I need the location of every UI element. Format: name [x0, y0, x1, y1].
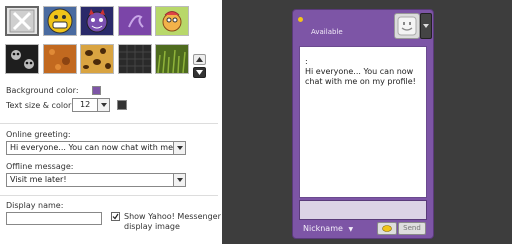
- text-size-value: 12: [80, 100, 91, 109]
- status-text: Available: [311, 28, 343, 36]
- emoticon-icon: [382, 225, 392, 232]
- chevron-up-icon: [196, 57, 203, 62]
- orange-texture-icon: [44, 45, 76, 73]
- theme-thumb-leopard[interactable]: [80, 44, 114, 74]
- theme-thumb-skulls[interactable]: [5, 44, 39, 74]
- send-button[interactable]: Send: [398, 222, 426, 235]
- leopard-print-icon: [83, 48, 111, 69]
- online-greeting-value: Hi everyone... You can now chat with me …: [10, 143, 186, 152]
- divider: [0, 195, 218, 196]
- background-color-swatch[interactable]: [92, 86, 101, 95]
- online-greeting-select[interactable]: Hi everyone... You can now chat with me …: [6, 141, 186, 155]
- chevron-down-icon: [423, 24, 429, 28]
- chevron-down-icon: [196, 70, 203, 75]
- avatar: [394, 13, 420, 39]
- status-dot-icon: [298, 17, 303, 22]
- dropdown-arrow-icon: [173, 142, 185, 154]
- skull-pattern-icon: [11, 50, 34, 69]
- text-size-color-label: Text size & color:: [6, 101, 74, 110]
- theme-thumb-grass[interactable]: [155, 44, 189, 74]
- theme-thumb-dark-mesh[interactable]: [118, 44, 152, 74]
- dropdown-arrow-icon: [97, 99, 109, 111]
- theme-thumb-orange-texture[interactable]: [43, 44, 77, 74]
- nickname-menu[interactable]: Nickname ▼: [303, 224, 353, 233]
- text-color-swatch[interactable]: [117, 100, 127, 110]
- dark-mesh-icon: [119, 45, 151, 73]
- theme-thumb-devil[interactable]: [80, 6, 114, 36]
- theme-thumb-cartoon[interactable]: [155, 6, 189, 36]
- cartoon-character-icon: [162, 11, 182, 32]
- chat-transcript: : Hi everyone... You can now chat with m…: [299, 46, 427, 198]
- show-display-image-label-line1: Show Yahoo! Messenger: [124, 212, 221, 221]
- text-size-select[interactable]: 12: [72, 98, 110, 112]
- background-color-label: Background color:: [6, 86, 79, 95]
- chat-widget-preview: Available : Hi everyone... You can now c…: [292, 9, 434, 239]
- show-display-image-label-line2: display image: [124, 222, 180, 231]
- theme-thumb-smiley[interactable]: [43, 6, 77, 36]
- no-theme-x-icon: [9, 9, 35, 33]
- divider: [0, 123, 218, 124]
- thumbnails-scroll-up-button[interactable]: [193, 54, 206, 65]
- grass-texture-icon: [157, 49, 186, 73]
- greeting-message: Hi everyone... You can now chat with me …: [305, 67, 416, 86]
- preview-panel: Available : Hi everyone... You can now c…: [222, 0, 512, 244]
- offline-message-value: Visit me later!: [10, 175, 67, 184]
- offline-message-select[interactable]: Visit me later!: [6, 173, 186, 187]
- grinning-smiley-icon: [47, 8, 73, 34]
- thumbnails-scroll-down-button[interactable]: [193, 67, 206, 78]
- display-name-label: Display name:: [6, 201, 64, 210]
- theme-thumb-none[interactable]: [5, 6, 39, 36]
- dropdown-arrow-icon: [173, 174, 185, 186]
- devil-face-icon: [86, 9, 108, 33]
- display-name-input[interactable]: [6, 212, 102, 225]
- nickname-label: Nickname: [303, 224, 343, 233]
- smiley-face-icon: [397, 16, 417, 36]
- show-display-image-checkbox[interactable]: [111, 212, 120, 221]
- message-compose-field[interactable]: [299, 200, 427, 220]
- offline-message-label: Offline message:: [6, 162, 74, 171]
- emoticon-button[interactable]: [377, 222, 397, 235]
- checkmark-icon: [112, 213, 119, 220]
- online-greeting-label: Online greeting:: [6, 130, 71, 139]
- message-prefix: :: [305, 57, 308, 66]
- avatar-menu-button[interactable]: [420, 13, 432, 39]
- caret-down-icon: ▼: [348, 226, 354, 233]
- theme-thumb-purple-swirl[interactable]: [118, 6, 152, 36]
- purple-swirl-icon: [128, 15, 144, 28]
- settings-panel: Background color: Text size & color: 12 …: [0, 0, 222, 244]
